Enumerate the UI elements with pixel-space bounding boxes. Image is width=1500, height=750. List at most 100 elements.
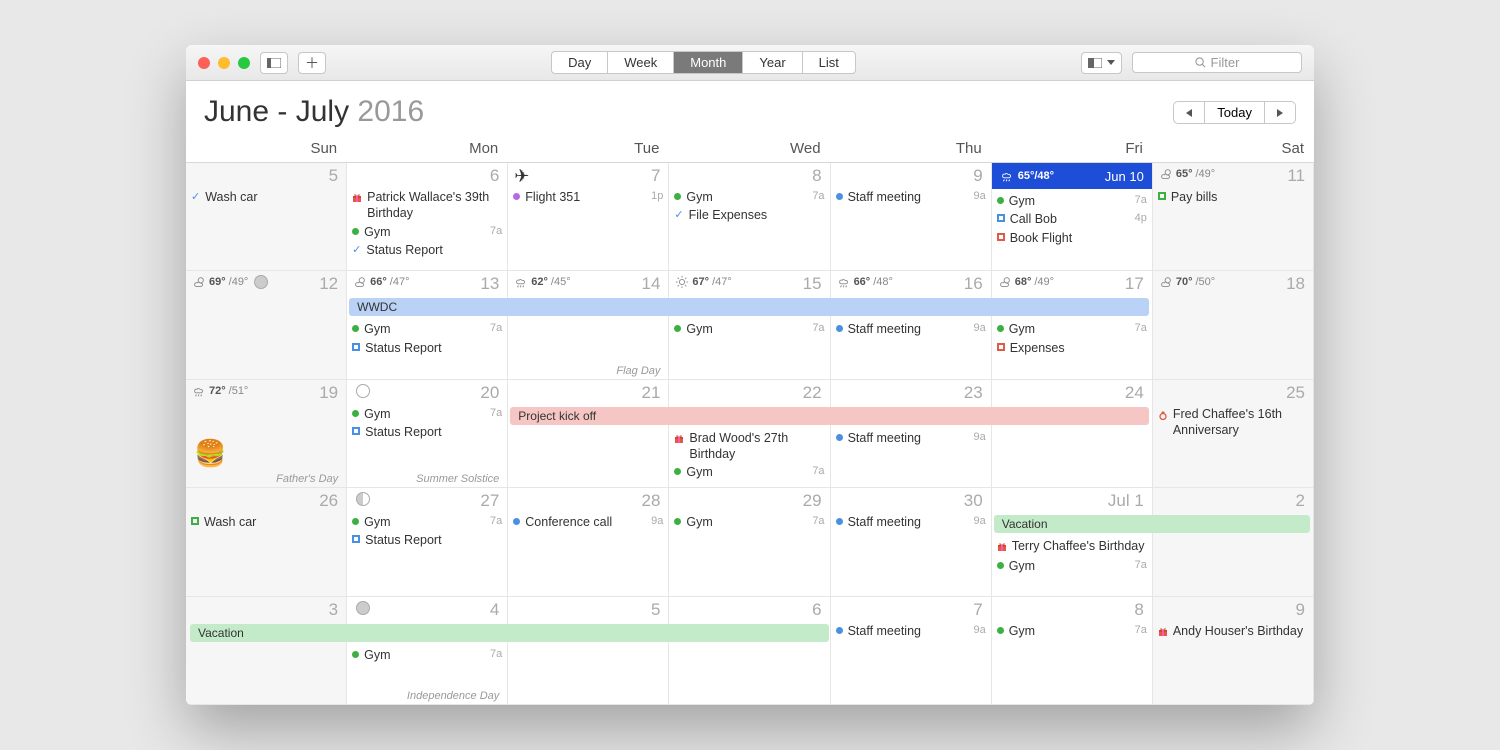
event-item[interactable]: Gym7a bbox=[352, 320, 502, 338]
event-item[interactable]: Gym7a bbox=[674, 188, 824, 206]
event-item[interactable]: Gym7a bbox=[674, 320, 824, 338]
event-item[interactable]: Gym7a bbox=[352, 405, 502, 423]
banner-wwdc[interactable]: WWDC bbox=[349, 298, 1149, 316]
reminder-square-icon bbox=[191, 517, 199, 525]
day-cell[interactable]: 7Staff meeting9a bbox=[831, 597, 992, 705]
event-item[interactable]: Gym7a bbox=[674, 513, 824, 531]
event-item[interactable]: Gym7a bbox=[997, 320, 1147, 338]
day-cell[interactable]: 9Staff meeting9a bbox=[831, 163, 992, 271]
day-cell[interactable]: 20Gym7aStatus ReportSummer Solstice bbox=[347, 380, 508, 488]
event-item[interactable]: Patrick Wallace's 39th Birthday bbox=[352, 188, 502, 223]
day-number: 27 bbox=[480, 491, 499, 511]
day-cell[interactable]: 30Staff meeting9a bbox=[831, 488, 992, 596]
banner-vac2[interactable]: Vacation bbox=[190, 624, 829, 642]
day-cell[interactable]: 17 68°/49°Gym7aExpenses bbox=[992, 271, 1153, 379]
view-day[interactable]: Day bbox=[552, 52, 608, 73]
day-cell[interactable]: 5 bbox=[508, 597, 669, 705]
day-cell[interactable]: 9Andy Houser's Birthday bbox=[1153, 597, 1314, 705]
minimize-button[interactable] bbox=[218, 57, 230, 69]
sidebar-toggle-button[interactable] bbox=[260, 52, 288, 74]
event-item[interactable]: Status Report bbox=[352, 531, 502, 549]
view-month[interactable]: Month bbox=[674, 52, 743, 73]
event-item[interactable]: Staff meeting9a bbox=[836, 429, 986, 447]
event-item[interactable]: ✓File Expenses bbox=[674, 206, 824, 224]
event-item[interactable]: Status Report bbox=[352, 423, 502, 441]
event-item[interactable]: Status Report bbox=[352, 339, 502, 357]
day-cell[interactable]: 15 67°/47°Gym7a bbox=[669, 271, 830, 379]
event-item[interactable]: Conference call9a bbox=[513, 513, 663, 531]
aspect-dropdown[interactable] bbox=[1081, 52, 1122, 74]
view-list[interactable]: List bbox=[803, 52, 855, 73]
day-cell[interactable]: 7✈︎Flight 3511p bbox=[508, 163, 669, 271]
fullscreen-button[interactable] bbox=[238, 57, 250, 69]
next-button[interactable] bbox=[1265, 102, 1295, 123]
event-item[interactable]: Staff meeting9a bbox=[836, 188, 986, 206]
day-cell[interactable]: 27 Gym7aStatus Report bbox=[347, 488, 508, 596]
today-button[interactable]: Today bbox=[1205, 102, 1265, 123]
day-cell[interactable]: 13 66°/47°Gym7aStatus Report bbox=[347, 271, 508, 379]
day-cell[interactable]: 8Gym7a✓File Expenses bbox=[669, 163, 830, 271]
event-item[interactable]: Book Flight bbox=[997, 229, 1147, 247]
day-cell[interactable]: 16 66°/48°Staff meeting9a bbox=[831, 271, 992, 379]
day-number: 2 bbox=[1296, 491, 1305, 511]
prev-button[interactable] bbox=[1174, 102, 1205, 123]
event-item[interactable]: Gym7a bbox=[352, 646, 502, 664]
event-item[interactable]: Wash car bbox=[191, 513, 341, 531]
day-cell[interactable]: 19 72°/51°🍔Father's Day bbox=[186, 380, 347, 488]
event-item[interactable]: Staff meeting9a bbox=[836, 622, 986, 640]
day-cell[interactable]: 11 65°/49°Pay bills bbox=[1153, 163, 1314, 271]
view-week[interactable]: Week bbox=[608, 52, 674, 73]
event-item[interactable]: Gym7a bbox=[997, 622, 1147, 640]
day-cell[interactable]: 25Fred Chaffee's 16th Anniversary bbox=[1153, 380, 1314, 488]
event-item[interactable]: Staff meeting9a bbox=[836, 513, 986, 531]
filter-input[interactable]: Filter bbox=[1132, 52, 1302, 73]
day-cell[interactable]: 24Gym7a bbox=[992, 380, 1153, 488]
view-segmented-control[interactable]: DayWeekMonthYearList bbox=[551, 51, 856, 74]
day-cell[interactable]: 12 69°/49° bbox=[186, 271, 347, 379]
calendar-header: June - July 2016 Today bbox=[186, 81, 1314, 135]
day-cell[interactable]: 3 bbox=[186, 597, 347, 705]
event-item[interactable]: Brad Wood's 27th Birthday bbox=[674, 429, 824, 464]
event-item[interactable]: Staff meeting9a bbox=[836, 320, 986, 338]
day-cell[interactable]: 29Gym7a bbox=[669, 488, 830, 596]
event-item[interactable]: ✓Status Report bbox=[352, 241, 502, 259]
day-cell[interactable]: 6Patrick Wallace's 39th BirthdayGym7a✓St… bbox=[347, 163, 508, 271]
banner-proj[interactable]: Project kick off bbox=[510, 407, 1149, 425]
event-item[interactable]: Gym7a bbox=[352, 223, 502, 241]
day-number: 3 bbox=[329, 600, 338, 620]
view-year[interactable]: Year bbox=[743, 52, 802, 73]
event-item[interactable]: Call Bob4p bbox=[997, 210, 1147, 228]
event-item[interactable]: Pay bills bbox=[1158, 188, 1308, 206]
add-button[interactable]: ＋ bbox=[298, 52, 326, 74]
close-button[interactable] bbox=[198, 57, 210, 69]
event-item[interactable]: Andy Houser's Birthday bbox=[1158, 622, 1308, 642]
day-cell[interactable]: Jul 1Terry Chaffee's Birth­dayGym7a bbox=[992, 488, 1153, 596]
event-text: Staff meeting bbox=[848, 321, 965, 337]
day-cell[interactable]: 2 bbox=[1153, 488, 1314, 596]
event-item[interactable]: Gym7a bbox=[352, 513, 502, 531]
banner-vac1[interactable]: Vacation bbox=[994, 515, 1310, 533]
event-text: Gym bbox=[686, 189, 803, 205]
event-item[interactable]: Expenses bbox=[997, 339, 1147, 357]
day-cell[interactable]: 65°/48°Jun 10Gym7aCall Bob4pBook Flight bbox=[992, 163, 1153, 271]
day-cell[interactable]: 4Gym7aIndependence Day bbox=[347, 597, 508, 705]
day-cell[interactable]: 22Brad Wood's 27th BirthdayGym7a bbox=[669, 380, 830, 488]
day-cell[interactable]: 21 bbox=[508, 380, 669, 488]
event-item[interactable]: Terry Chaffee's Birth­day bbox=[997, 537, 1147, 557]
day-cell[interactable]: 26Wash car bbox=[186, 488, 347, 596]
event-item[interactable]: Fred Chaffee's 16th Anniversary bbox=[1158, 405, 1308, 440]
reminder-square-icon bbox=[997, 343, 1005, 351]
event-item[interactable]: Gym7a bbox=[674, 463, 824, 481]
day-cell[interactable]: 8Gym7a bbox=[992, 597, 1153, 705]
event-time: 7a bbox=[486, 321, 502, 335]
day-cell[interactable]: 14 62°/45°Flag Day bbox=[508, 271, 669, 379]
day-cell[interactable]: 23Staff meeting9a bbox=[831, 380, 992, 488]
day-cell[interactable]: 6Gym7a bbox=[669, 597, 830, 705]
day-cell[interactable]: 5✓Wash car bbox=[186, 163, 347, 271]
day-cell[interactable]: 18 70°/50° bbox=[1153, 271, 1314, 379]
day-cell[interactable]: 28Conference call9a bbox=[508, 488, 669, 596]
event-item[interactable]: Gym7a bbox=[997, 557, 1147, 575]
event-item[interactable]: Gym7a bbox=[997, 192, 1147, 210]
event-item[interactable]: Flight 3511p bbox=[513, 188, 663, 206]
event-item[interactable]: ✓Wash car bbox=[191, 188, 341, 206]
